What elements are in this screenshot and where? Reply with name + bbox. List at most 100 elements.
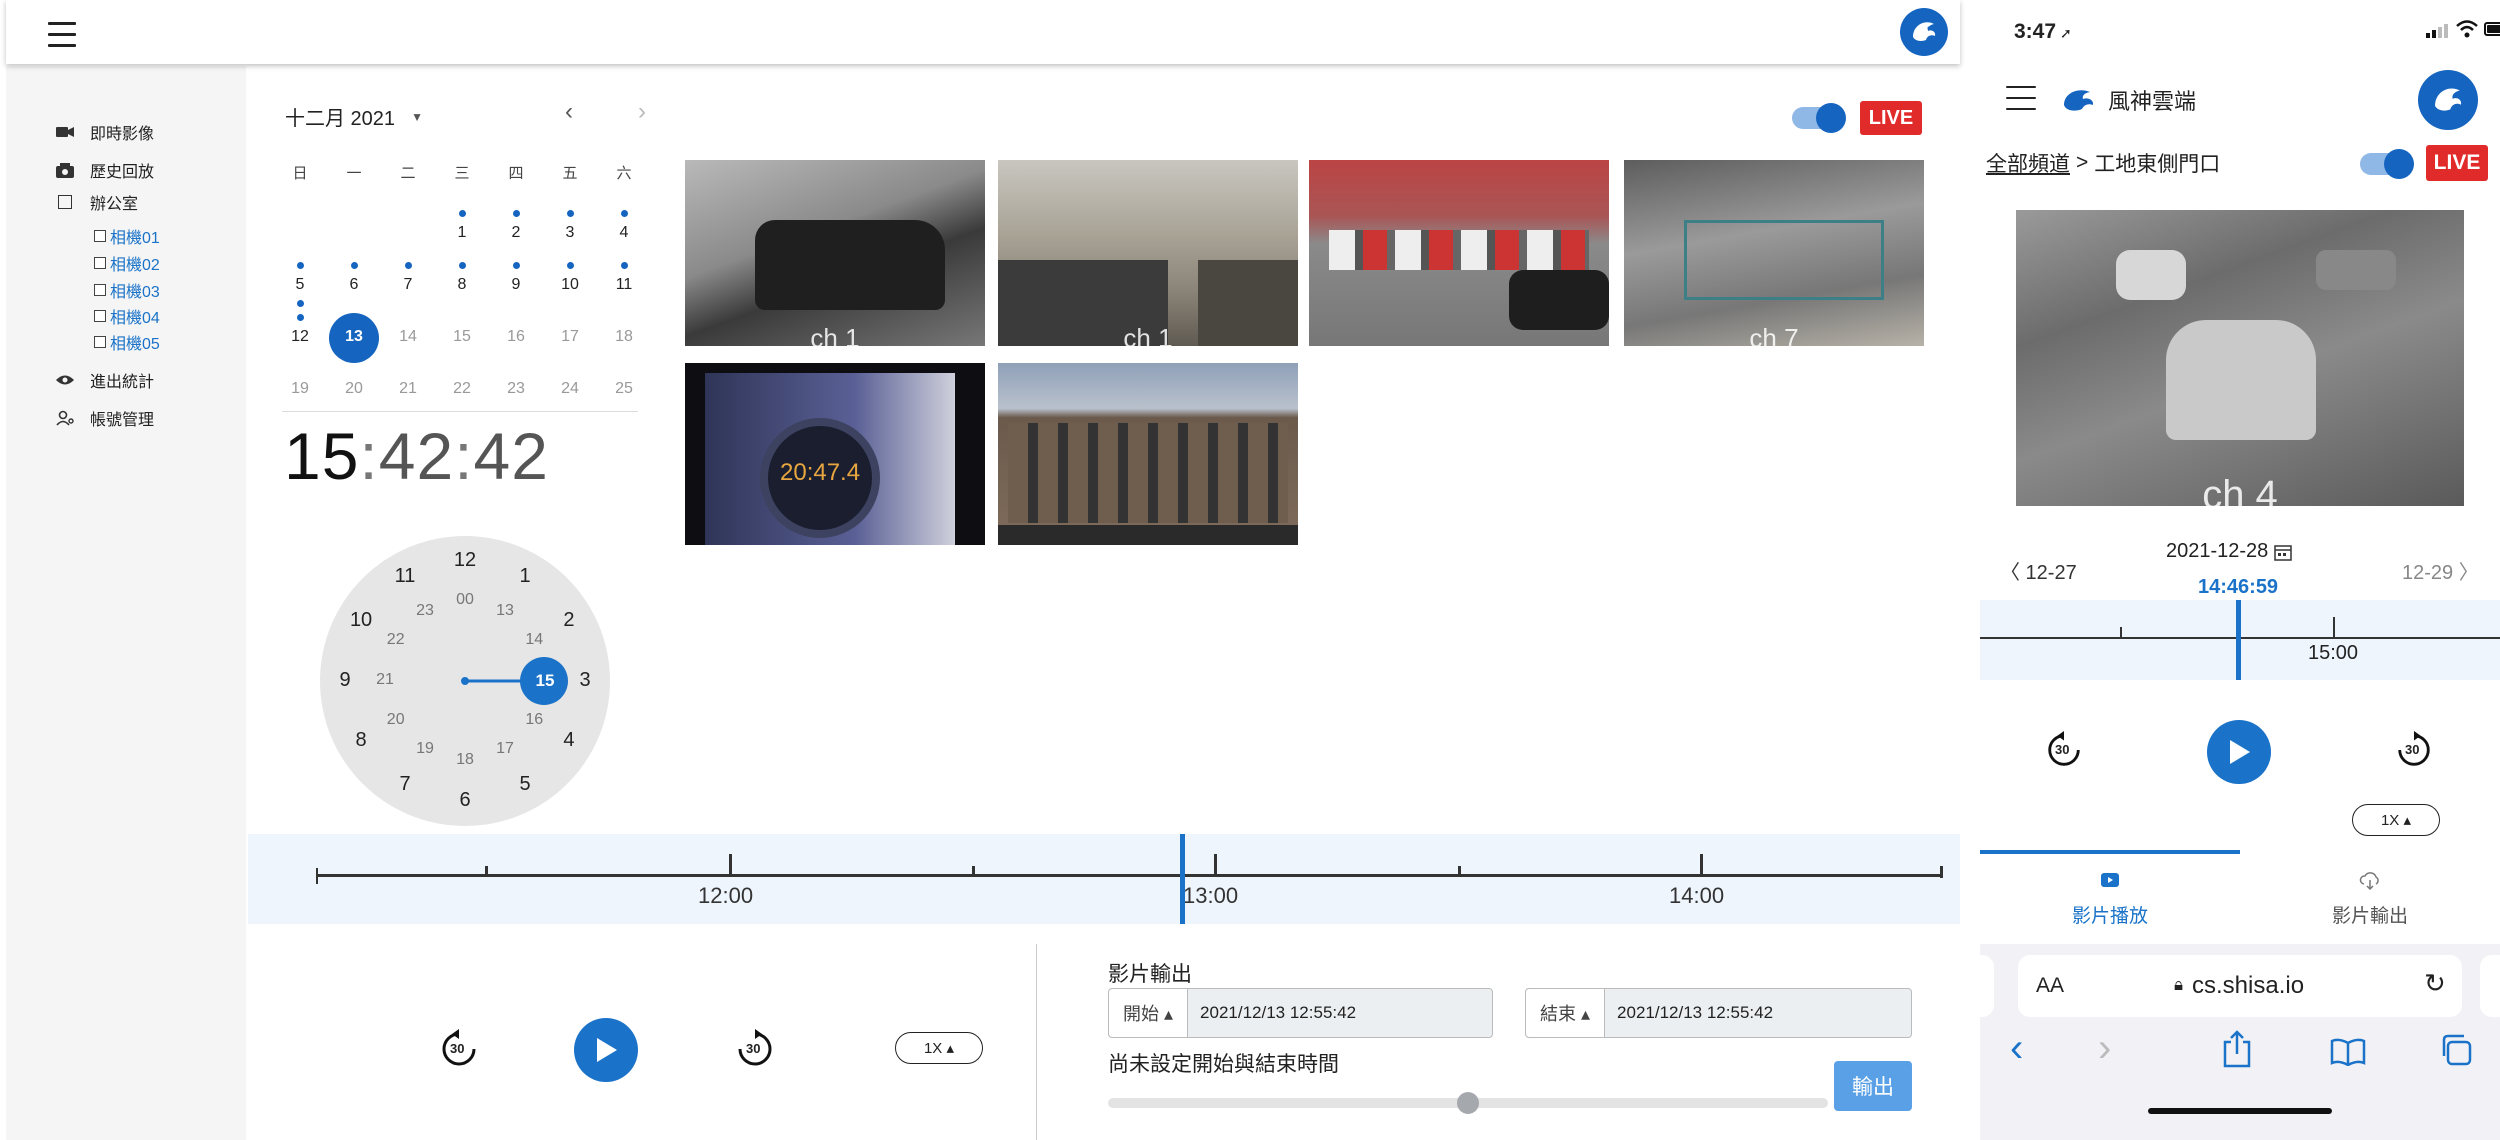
clock-hour-inner[interactable]: 15	[527, 671, 563, 691]
clock-hour-inner[interactable]: 14	[516, 631, 552, 649]
address-bar[interactable]: AA 🔒︎ cs.shisa.io ↻	[2018, 955, 2462, 1017]
camera-item-02[interactable]: 相機02	[94, 251, 160, 275]
calendar-day[interactable]: 14	[381, 328, 435, 346]
video-tile-4[interactable]: ch 7	[1624, 160, 1924, 346]
video-tile-3[interactable]	[1309, 160, 1609, 346]
calendar-day[interactable]: 25	[597, 380, 651, 398]
live-toggle[interactable]	[2360, 149, 2414, 179]
tab-video-export[interactable]: 影片輸出	[2240, 872, 2500, 928]
end-dropdown[interactable]: 結束 ▴	[1526, 989, 1606, 1037]
export-start-field[interactable]: 開始 ▴ 2021/12/13 12:55:42	[1108, 988, 1493, 1038]
end-value[interactable]: 2021/12/13 12:55:42	[1605, 1003, 1773, 1023]
calendar-day[interactable]: 15	[435, 328, 489, 346]
rewind-30-button[interactable]: 30	[2044, 730, 2084, 770]
text-size-button[interactable]: AA	[2036, 974, 2064, 998]
breadcrumb-root[interactable]: 全部頻道	[1986, 148, 2070, 178]
export-progress-track[interactable]	[1108, 1092, 1828, 1114]
menu-icon[interactable]	[2006, 86, 2036, 118]
camera-item-03[interactable]: 相機03	[94, 278, 160, 302]
prev-day-button[interactable]: 〈 12-27	[2000, 556, 2077, 585]
clock-hour-inner[interactable]: 17	[487, 740, 523, 758]
start-dropdown[interactable]: 開始 ▴	[1109, 989, 1189, 1037]
prev-month-icon[interactable]: ‹	[565, 98, 573, 126]
forward-30-button[interactable]: 30	[2394, 730, 2434, 770]
calendar-day[interactable]: 5	[273, 276, 327, 294]
sidebar-item-accounts[interactable]: 帳號管理	[54, 406, 154, 430]
calendar-day[interactable]: 18	[597, 328, 651, 346]
clock-hour-inner[interactable]: 00	[447, 591, 483, 609]
clock-hour-inner[interactable]: 23	[407, 602, 443, 620]
reload-icon[interactable]: ↻	[2424, 968, 2446, 999]
rewind-30-button[interactable]: 30	[438, 1028, 480, 1070]
calendar-day[interactable]: 6	[327, 276, 381, 294]
next-day-button[interactable]: 12-29 〉	[2402, 556, 2479, 585]
clock-hour-outer[interactable]: 4	[551, 729, 587, 752]
video-tile-2[interactable]: ch 1	[998, 160, 1298, 346]
calendar-day[interactable]: 3	[543, 224, 597, 242]
calendar-day[interactable]: 13	[327, 328, 381, 346]
clock-hour-inner[interactable]: 21	[367, 671, 403, 689]
clock-hour-inner[interactable]: 19	[407, 740, 443, 758]
play-button[interactable]	[2207, 720, 2271, 784]
live-badge[interactable]: LIVE	[2426, 145, 2488, 181]
calendar-day[interactable]: 21	[381, 380, 435, 398]
mobile-video[interactable]: ch 4	[2016, 210, 2464, 506]
camera-item-05[interactable]: 相機05	[94, 330, 160, 354]
video-tile-1[interactable]: ch 1	[685, 160, 985, 346]
sidebar-item-live[interactable]: 即時影像	[54, 120, 154, 144]
clock-hour-outer[interactable]: 8	[343, 729, 379, 752]
live-toggle[interactable]	[1792, 103, 1846, 133]
clock-hour-outer[interactable]: 3	[567, 669, 603, 692]
share-icon[interactable]	[2222, 1030, 2252, 1073]
calendar-day[interactable]: 20	[327, 380, 381, 398]
clock-hour-inner[interactable]: 13	[487, 602, 523, 620]
timeline[interactable]: 12:00 13:00 14:00	[248, 834, 1960, 924]
calendar-day[interactable]: 23	[489, 380, 543, 398]
timeline-playhead[interactable]	[2236, 600, 2241, 680]
clock-picker[interactable]: 12 1 2 3 4 5 6 7 8 9 10 11 00 13 14 15 16 17 18 19 20 21 22 23	[320, 536, 610, 826]
clock-hour-inner[interactable]: 22	[378, 631, 414, 649]
calendar-day[interactable]: 9	[489, 276, 543, 294]
clock-hour-outer[interactable]: 6	[447, 789, 483, 812]
next-month-icon[interactable]: ›	[638, 98, 646, 126]
clock-hour-outer[interactable]: 7	[387, 773, 423, 796]
menu-icon[interactable]	[48, 22, 76, 55]
export-progress-thumb[interactable]	[1457, 1092, 1479, 1114]
tabs-icon[interactable]	[2440, 1034, 2472, 1071]
forward-30-button[interactable]: 30	[734, 1028, 776, 1070]
speed-selector[interactable]: 1X ▴	[895, 1032, 983, 1064]
checkbox-icon[interactable]	[94, 284, 106, 296]
calendar-day[interactable]: 1	[435, 224, 489, 242]
time-hour[interactable]: 15	[284, 419, 359, 493]
live-badge[interactable]: LIVE	[1860, 101, 1922, 135]
calendar-day[interactable]: 17	[543, 328, 597, 346]
calendar-day[interactable]: 11	[597, 276, 651, 294]
tab-video-play[interactable]: 影片播放	[1980, 872, 2240, 928]
sidebar-item-office[interactable]: 辦公室	[54, 190, 138, 214]
clock-hour-outer[interactable]: 12	[447, 549, 483, 572]
url-text[interactable]: cs.shisa.io	[2192, 972, 2304, 1000]
checkbox-icon[interactable]	[94, 230, 106, 242]
clock-hour-outer[interactable]: 5	[507, 773, 543, 796]
calendar-day[interactable]: 10	[543, 276, 597, 294]
clock-hour-inner[interactable]: 18	[447, 751, 483, 769]
month-selector[interactable]: 十二月 2021 ▼	[285, 102, 423, 131]
calendar-day[interactable]: 22	[435, 380, 489, 398]
calendar-day[interactable]: 2	[489, 224, 543, 242]
clock-hour-outer[interactable]: 10	[343, 609, 379, 632]
brand[interactable]: 風神雲端	[2060, 84, 2196, 116]
bookmarks-icon[interactable]	[2330, 1038, 2366, 1071]
time-second[interactable]: 42	[474, 419, 549, 493]
sidebar-item-history[interactable]: 歷史回放	[54, 158, 154, 182]
timeline-playhead[interactable]	[1180, 834, 1185, 924]
calendar-day[interactable]: 24	[543, 380, 597, 398]
clock-hour-inner[interactable]: 20	[378, 711, 414, 729]
start-value[interactable]: 2021/12/13 12:55:42	[1188, 1003, 1356, 1023]
checkbox-icon[interactable]	[94, 257, 106, 269]
checkbox-icon[interactable]	[54, 191, 76, 213]
video-tile-5[interactable]: 20:47.4	[685, 363, 985, 545]
clock-hour-inner[interactable]: 16	[516, 711, 552, 729]
checkbox-icon[interactable]	[94, 336, 106, 348]
calendar-day[interactable]: 4	[597, 224, 651, 242]
date-picker[interactable]: 2021-12-28	[2166, 540, 2293, 563]
